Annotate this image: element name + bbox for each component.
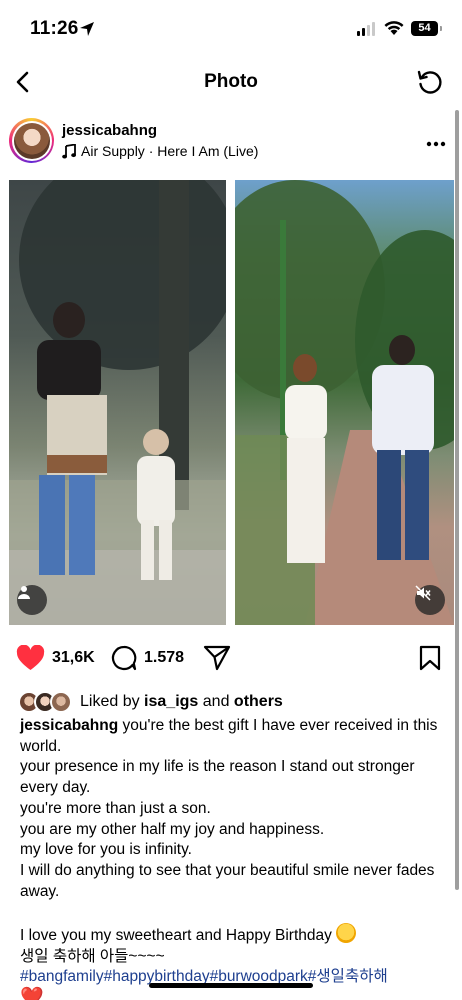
battery-indicator: 54 [411,21,442,36]
photo-left-scene [9,180,226,625]
caption-line-3: you're more than just a son. [20,799,211,817]
home-indicator[interactable] [149,983,313,988]
caption-line-2: your presence in my life is the reason I… [20,758,415,797]
post-caption: jessicabahng you're the best gift I have… [20,716,444,1000]
status-time: 11:26 [30,18,79,39]
signal-icon [357,22,375,36]
location-arrow-icon [80,22,94,36]
nav-bar: Photo [0,58,462,108]
photo-right-scene [235,180,454,625]
tagged-people-button[interactable] [17,585,47,615]
comment-icon [111,645,137,671]
more-icon [426,141,446,147]
more-button[interactable] [426,130,446,153]
song-label: Air Supply · Here I Am (Live) [81,143,259,159]
likes-count[interactable]: 31,6K [52,649,95,667]
person-tag-icon [18,586,30,599]
post-song[interactable]: Air Supply · Here I Am (Live) [62,143,258,159]
caption-line-7: I love you my sweetheart and Happy Birth… [20,927,337,945]
caption-username[interactable]: jessicabahng [20,717,118,734]
post-username[interactable]: jessicabahng [62,122,157,139]
post-photo-left[interactable] [9,180,226,625]
refresh-button[interactable] [414,66,446,98]
caption-line-8: 생일 축하해 아들~~~~ [20,947,165,965]
liked-by-conj: and [202,693,230,710]
comment-button[interactable]: 1.578 [111,645,184,671]
mute-button[interactable] [415,585,445,615]
heart-emoji: ❤️ [20,987,44,1000]
save-button[interactable] [419,645,441,671]
action-bar: 31,6K 1.578 [0,645,462,679]
caption-line-4: you are my other half my joy and happine… [20,820,325,838]
heart-icon [16,645,45,670]
scrollbar[interactable] [455,110,459,890]
page-title: Photo [204,71,258,92]
refresh-icon [417,70,442,94]
post-header: jessicabahng Air Supply · Here I Am (Liv… [0,114,462,170]
mute-icon [415,585,431,601]
bookmark-icon [419,645,441,671]
liked-by-user[interactable]: isa_igs [144,693,198,711]
status-bar: 11:26 54 [0,0,462,58]
avatar[interactable] [9,118,54,163]
liked-by-prefix: Liked by [80,693,140,710]
wifi-icon [384,21,404,35]
caption-line-6: I will do anything to see that your beau… [20,861,435,900]
share-button[interactable] [203,645,231,671]
liked-by-avatars [18,690,74,714]
music-note-icon [62,143,76,158]
liked-by-others[interactable]: others [234,693,283,711]
comments-count[interactable]: 1.578 [144,649,184,667]
caption-line-5: my love for you is infinity. [20,841,192,859]
liked-by[interactable]: Liked by isa_igs and others [18,689,283,715]
party-face-emoji [336,923,357,944]
post-photo-right[interactable] [235,180,454,625]
like-button[interactable]: 31,6K [16,645,95,671]
share-icon [203,645,231,671]
